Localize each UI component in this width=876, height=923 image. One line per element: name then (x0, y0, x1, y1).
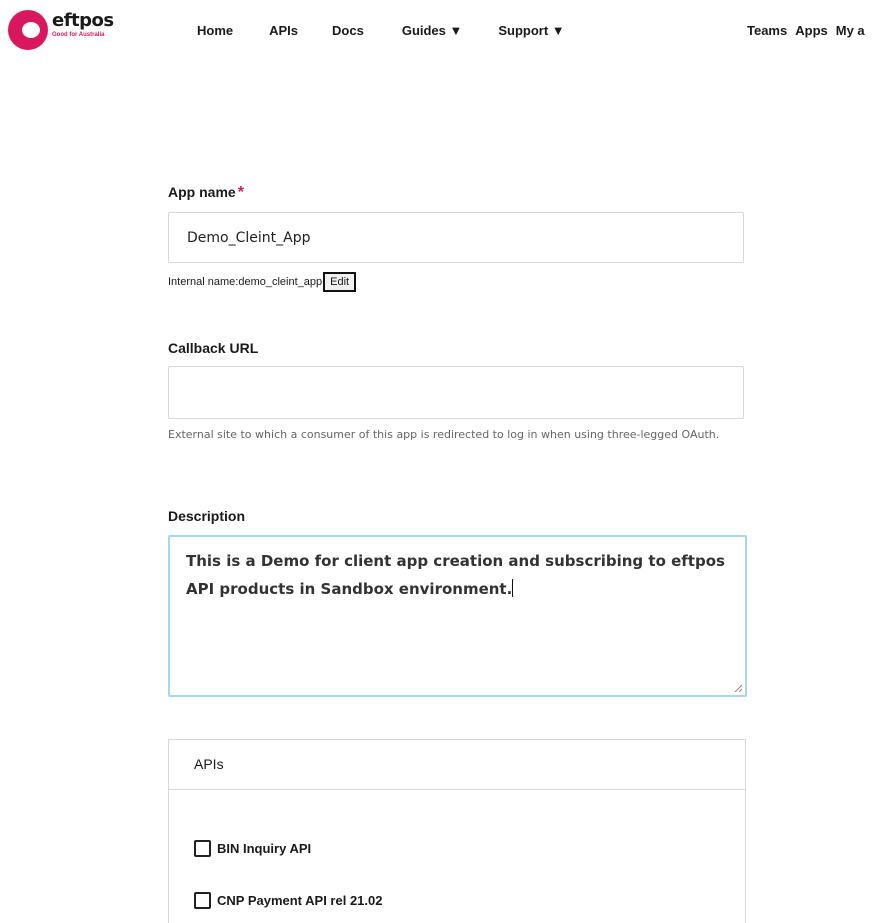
logo-text: eftpos Good for Australia (52, 10, 114, 39)
internal-name-value: demo_cleint_app (238, 276, 323, 288)
nav-item-apps[interactable]: Apps (795, 23, 828, 38)
checkbox[interactable] (194, 892, 211, 909)
callback-url-help: External site to which a consumer of thi… (168, 428, 720, 441)
nav-item-docs[interactable]: Docs (332, 23, 364, 38)
user-nav: Teams Apps My a (747, 23, 865, 38)
logo-tagline: Good for Australia (52, 32, 105, 38)
edit-internal-name-button[interactable]: Edit (323, 272, 357, 292)
callback-url-label: Callback URL (168, 340, 259, 356)
main-nav: Home APIs Docs Guides ▼ Support ▼ (197, 23, 565, 38)
api-item-label: CNP Payment API rel 21.02 (217, 893, 383, 908)
required-mark: * (237, 184, 244, 201)
internal-name: Internal name: demo_cleint_app Edit (168, 272, 357, 292)
apis-panel: APIs BIN Inquiry API CNP Payment API rel… (168, 739, 746, 923)
app-name-label-text: App name (168, 184, 236, 200)
nav-item-guides[interactable]: Guides ▼ (402, 23, 463, 38)
app-name-input[interactable]: Demo_Cleint_App (168, 212, 744, 263)
checkbox[interactable] (194, 840, 211, 857)
nav-item-teams[interactable]: Teams (747, 23, 787, 38)
nav-item-apis[interactable]: APIs (269, 23, 298, 38)
eftpos-logo[interactable]: eftpos Good for Australia (8, 10, 114, 50)
apis-heading: APIs (169, 740, 745, 790)
nav-item-support[interactable]: Support ▼ (498, 23, 564, 38)
nav-item-home[interactable]: Home (197, 23, 233, 38)
description-text: This is a Demo for client app creation a… (186, 552, 725, 598)
text-caret (512, 579, 514, 597)
site-header: eftpos Good for Australia Home APIs Docs… (0, 0, 876, 62)
logo-wordmark: eftpos (52, 10, 114, 31)
nav-item-my-account[interactable]: My a (836, 23, 865, 38)
api-item-label: BIN Inquiry API (217, 841, 312, 856)
resize-handle-icon[interactable] (734, 684, 742, 692)
description-textarea[interactable]: This is a Demo for client app creation a… (168, 535, 747, 697)
api-item-bin-inquiry[interactable]: BIN Inquiry API (194, 840, 311, 857)
description-label: Description (168, 508, 246, 524)
callback-url-input[interactable] (168, 366, 744, 419)
page: eftpos Good for Australia Home APIs Docs… (0, 0, 876, 923)
api-item-cnp-payment[interactable]: CNP Payment API rel 21.02 (194, 892, 382, 909)
eftpos-logo-icon (8, 10, 48, 50)
internal-name-prefix: Internal name: (168, 276, 239, 288)
app-name-label: App name * (168, 184, 244, 202)
